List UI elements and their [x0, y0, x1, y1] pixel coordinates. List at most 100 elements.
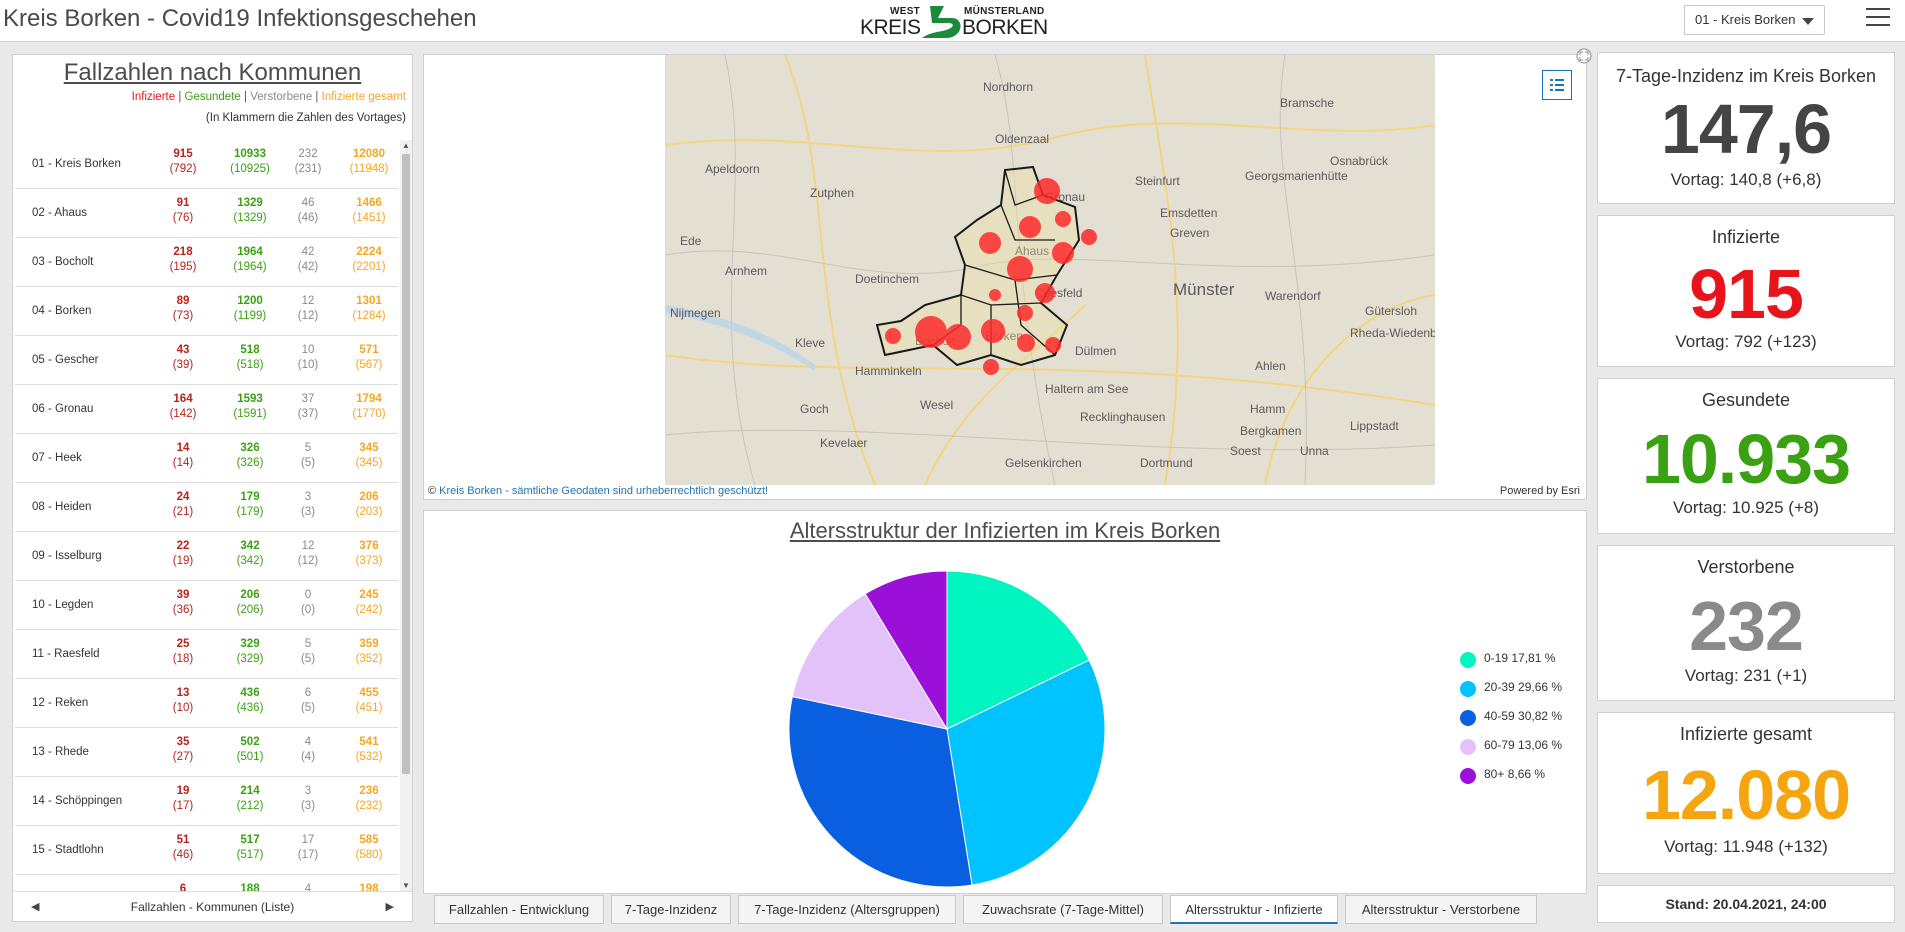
kommune-row[interactable]: 11 - Raesfeld 25 (18) 329 (329) 5 (5) 359 (352): [15, 630, 398, 679]
gesamt-cell: 206 (203): [355, 491, 383, 518]
map-attribution-link[interactable]: Kreis Borken - sämtliche Geodaten sind u…: [439, 485, 768, 497]
kommune-row[interactable]: 10 - Legden 39 (36) 206 (206) 0 (0) 245 (242): [15, 581, 398, 630]
infizierte-cell: 915 (792): [169, 148, 197, 175]
kommune-row[interactable]: 12 - Reken 13 (10) 436 (436) 6 (5) 455 (451): [15, 679, 398, 728]
kpi-title: 7-Tage-Inzidenz im Kreis Borken: [1615, 66, 1877, 86]
gesundete-cell: 342 (342): [236, 540, 264, 567]
map-place-label: Ede: [680, 234, 702, 248]
map-place-label: Hamm: [1250, 402, 1285, 416]
kommune-row[interactable]: 02 - Ahaus 91 (76) 1329 (1329) 46 (46) 1466 (145…: [15, 189, 398, 238]
fallzahlen-panel: Fallzahlen nach Kommunen Infizierte | Ge…: [12, 54, 413, 922]
map-place-label: Georgsmarienhütte: [1245, 169, 1348, 183]
map-place-label: Soest: [1230, 444, 1261, 458]
verstorbene-cell: 42 (42): [297, 246, 319, 273]
tab-zuwachsrate-7-tage-mittel-[interactable]: Zuwachsrate (7-Tage-Mittel): [963, 895, 1163, 924]
kommune-row[interactable]: 13 - Rhede 35 (27) 502 (501) 4 (4) 541 (532): [15, 728, 398, 777]
gesundete-cell: 502 (501): [236, 736, 264, 763]
infizierte-cell: 35 (27): [172, 736, 194, 763]
kommune-row[interactable]: 05 - Gescher 43 (39) 518 (518) 10 (10) 571 (567): [15, 336, 398, 385]
map-place-label: Gütersloh: [1365, 304, 1417, 318]
tab-7-tage-inzidenz-altersgruppen-[interactable]: 7-Tage-Inzidenz (Altersgruppen): [738, 895, 956, 924]
pie-legend-item[interactable]: 0-19 17,81 %: [1460, 651, 1562, 680]
kommune-row[interactable]: 09 - Isselburg 22 (19) 342 (342) 12 (12) 376 (37…: [15, 532, 398, 581]
tab-fallzahlen-entwicklung[interactable]: Fallzahlen - Entwicklung: [434, 895, 604, 924]
map-place-label: Greven: [1170, 226, 1209, 240]
kommune-selector[interactable]: 01 - Kreis Borken: [1684, 5, 1825, 35]
list-scrollbar[interactable]: ▲ ▼: [400, 140, 412, 892]
infizierte-cell: 39 (36): [172, 589, 194, 616]
infizierte-cell: 24 (21): [172, 491, 194, 518]
map-place-label: Arnhem: [725, 264, 767, 278]
map-legend-button[interactable]: [1542, 70, 1572, 100]
scroll-thumb[interactable]: [402, 154, 410, 774]
kpi-vortag: Vortag: 792 (+123): [1675, 332, 1817, 351]
kommune-name: 06 - Gronau: [32, 403, 94, 415]
tab-altersstruktur-infizierte[interactable]: Altersstruktur - Infizierte: [1170, 895, 1338, 924]
map-svg: Nordhorn Apeldoorn Oldenzaal Bramsche Zutphe…: [665, 55, 1435, 485]
gesamt-cell: 455 (451): [355, 687, 383, 714]
gesundete-cell: 206 (206): [236, 589, 264, 616]
gesamt-cell: 571 (567): [355, 344, 383, 371]
gesundete-cell: 1200 (1199): [233, 295, 267, 322]
map-attribution-copyright: ©: [428, 485, 437, 497]
legend-separator: |: [178, 91, 182, 103]
kpi-vortag: Vortag: 231 (+1): [1684, 666, 1808, 685]
kommune-row[interactable]: 08 - Heiden 24 (21) 179 (179) 3 (3) 206 (203): [15, 483, 398, 532]
kpi-value: 915: [1689, 255, 1804, 333]
kommune-row[interactable]: 07 - Heek 14 (14) 326 (326) 5 (5) 345 (345): [15, 434, 398, 483]
kpi-title: Gesundete: [1701, 390, 1791, 410]
gesundete-cell: 1964 (1964): [233, 246, 267, 273]
kommune-name: 11 - Raesfeld: [32, 648, 100, 660]
next-page-icon[interactable]: ▶: [386, 900, 394, 913]
gesamt-cell: 585 (580): [355, 834, 383, 861]
kommune-row[interactable]: 06 - Gronau 164 (142) 1593 (1591) 37 (37) 1794(…: [15, 385, 398, 434]
kreis-borken-logo: WEST MÜNSTERLAND KREIS BORKEN: [856, 2, 1048, 42]
hamburger-menu-icon[interactable]: [1866, 8, 1890, 30]
scroll-up-icon[interactable]: ▲: [400, 140, 412, 152]
kommune-row[interactable]: 15 - Stadtlohn 51 (46) 517 (517) 17 (17) 585 (58…: [15, 826, 398, 875]
map-place-label: Gelsenkirchen: [1005, 456, 1082, 470]
map-place-label: Dülmen: [1075, 344, 1116, 358]
verstorbene-cell: 232 (231): [294, 148, 322, 175]
verstorbene-cell: 3 (3): [300, 491, 316, 518]
expand-icon[interactable]: [1576, 48, 1592, 64]
kpi-card-gesundete: Gesundete 10.933 Vortag: 10.925 (+8): [1597, 378, 1895, 534]
infizierte-cell: 22 (19): [172, 540, 194, 567]
legend-gesundete: Gesundete: [184, 91, 241, 103]
map-place-label: Osnabrück: [1330, 154, 1389, 168]
kommune-row[interactable]: 16 - Südlohn61884198: [15, 875, 398, 892]
gesamt-cell: 345 (345): [355, 442, 383, 469]
altersstruktur-chart-panel: Altersstruktur der Infizierten im Kreis …: [423, 510, 1587, 894]
legend-infizierte: Infizierte: [131, 91, 176, 103]
tab-7-tage-inzidenz[interactable]: 7-Tage-Inzidenz: [611, 895, 731, 924]
pie-legend-item[interactable]: 40-59 30,82 %: [1460, 709, 1562, 738]
pie-legend-item[interactable]: 20-39 29,66 %: [1460, 680, 1562, 709]
verstorbene-cell: 12 (12): [297, 540, 319, 567]
verstorbene-cell: 46 (46): [297, 197, 319, 224]
kommune-row[interactable]: 04 - Borken 89 (73) 1200 (1199) 12 (12) 1301 (12…: [15, 287, 398, 336]
gesundete-cell: 1593 (1591): [233, 393, 267, 420]
kommune-row[interactable]: 01 - Kreis Borken 915 (792) 10933 (10925) 232…: [15, 140, 398, 189]
gesundete-cell: 1329 (1329): [233, 197, 267, 224]
kommune-row[interactable]: 03 - Bocholt 218 (195) 1964 (1964) 42 (42) 2224…: [15, 238, 398, 287]
legend-dot-icon: [1460, 768, 1476, 784]
map-place-label: Zutphen: [810, 186, 854, 200]
legend-percent: 8,66 %: [1507, 767, 1546, 781]
pie-legend-item[interactable]: 60-79 13,06 %: [1460, 738, 1562, 767]
prev-page-icon[interactable]: ◀: [31, 900, 39, 913]
map-canvas[interactable]: Nordhorn Apeldoorn Oldenzaal Bramsche Zutphe…: [665, 55, 1435, 485]
list-footer: Fallzahlen - Kommunen (Liste) ◀ ▶: [13, 891, 412, 921]
tab-altersstruktur-verstorbene[interactable]: Altersstruktur - Verstorbene: [1345, 895, 1537, 924]
kommune-row[interactable]: 14 - Schöppingen 19 (17) 214 (212) 3 (3) 236 (23…: [15, 777, 398, 826]
map-panel: Nordhorn Apeldoorn Oldenzaal Bramsche Zutphe…: [423, 54, 1587, 500]
gesamt-cell: 1301 (1284): [352, 295, 386, 322]
map-place-label: Kleve: [795, 336, 825, 350]
gesamt-cell: 376 (373): [355, 540, 383, 567]
infizierte-cell: 14 (14): [172, 442, 194, 469]
legend-separator: |: [315, 91, 319, 103]
kommune-name: 02 - Ahaus: [32, 207, 87, 219]
legend-dot-icon: [1460, 652, 1476, 668]
pie-chart-svg: [788, 570, 1106, 888]
map-attribution: © Kreis Borken - sämtliche Geodaten sind…: [428, 485, 768, 497]
pie-legend-item[interactable]: 80+ 8,66 %: [1460, 767, 1562, 796]
